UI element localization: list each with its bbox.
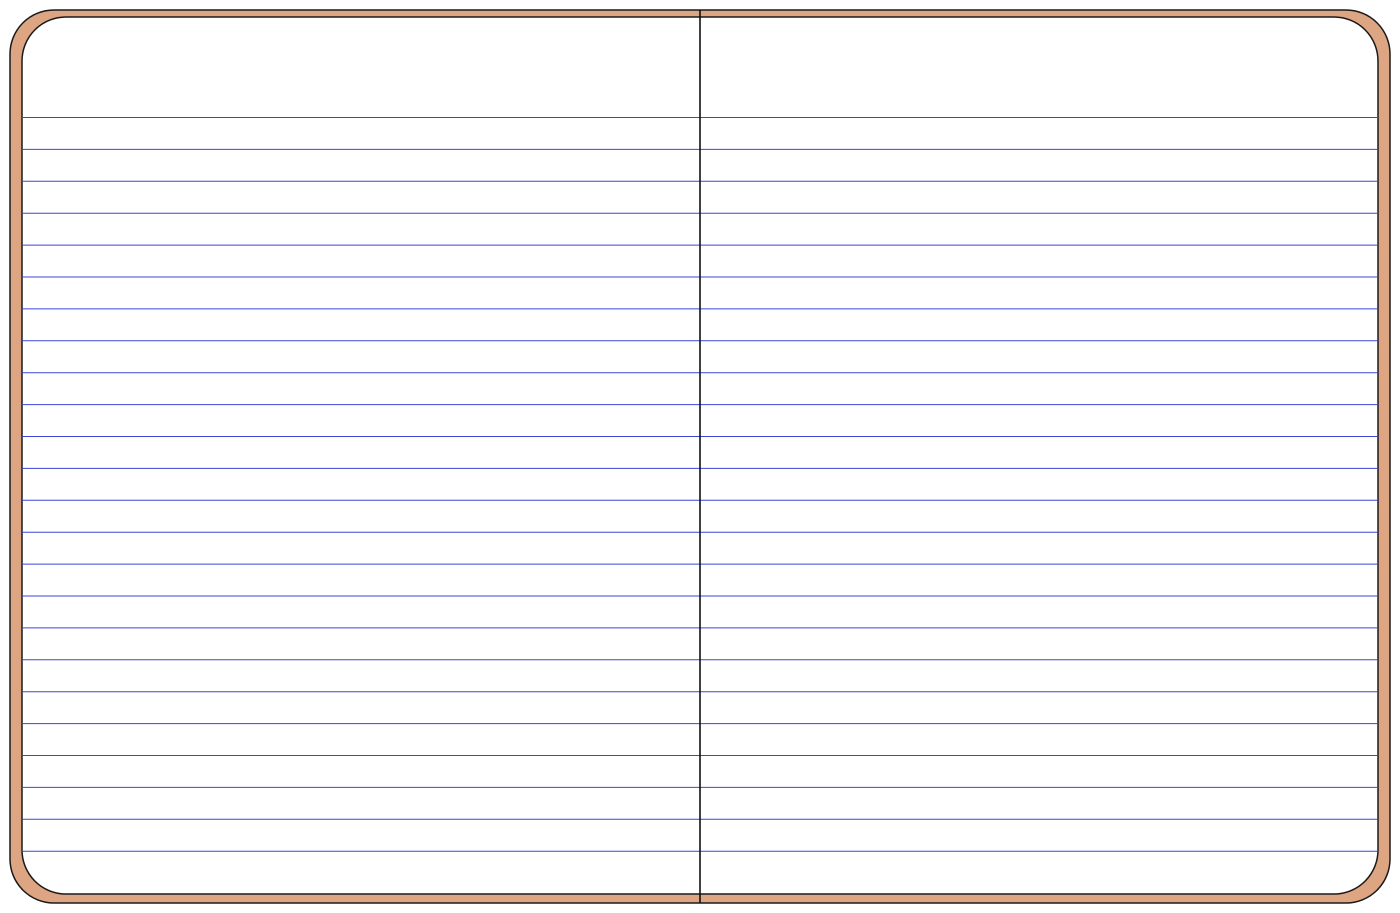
open-notebook [9,9,1391,904]
notebook-scene [0,0,1400,913]
